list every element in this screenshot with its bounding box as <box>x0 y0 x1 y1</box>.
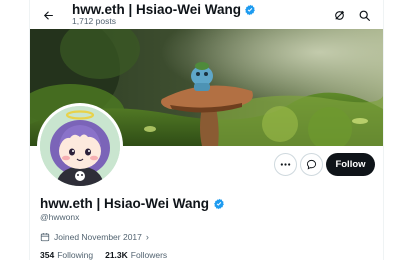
display-name-text: hww.eth | Hsiao-Wei Wang <box>40 196 210 211</box>
message-button[interactable] <box>300 153 323 176</box>
verified-badge-icon <box>245 4 255 15</box>
profile-avatar[interactable] <box>37 103 123 189</box>
avatar-illustration <box>40 106 120 186</box>
refresh-button[interactable] <box>328 4 350 26</box>
following-link[interactable]: 354 Following <box>40 250 93 260</box>
calendar-icon <box>40 233 50 242</box>
joined-date-row[interactable]: Joined November 2017 › <box>40 232 149 242</box>
refresh-icon <box>334 10 344 20</box>
profile-display-name: hww.eth | Hsiao-Wei Wang <box>40 196 225 211</box>
search-icon <box>359 10 370 21</box>
profile-handle: @hwwonx <box>40 212 80 222</box>
followers-count: 21.3K <box>105 250 128 260</box>
follow-stats: 354 Following 21.3K Followers <box>40 250 167 260</box>
back-button[interactable] <box>36 3 60 27</box>
top-header: hww.eth | Hsiao-Wei Wang 1,712 posts <box>30 0 383 29</box>
following-count: 354 <box>40 250 55 260</box>
joined-date-text: Joined November 2017 <box>54 232 142 242</box>
verified-badge-icon[interactable] <box>213 198 225 210</box>
chevron-right-icon: › <box>145 232 149 242</box>
message-bubble-icon <box>306 159 317 170</box>
header-name-text: hww.eth | Hsiao-Wei Wang <box>72 2 242 17</box>
avatar-image <box>40 106 120 186</box>
follow-button[interactable]: Follow <box>326 153 375 176</box>
followers-label: Followers <box>130 250 168 260</box>
more-options-button[interactable] <box>274 153 297 176</box>
followers-link[interactable]: 21.3K Followers <box>105 250 167 260</box>
frame-right-border <box>383 0 384 260</box>
following-label: Following <box>57 250 94 260</box>
header-title: hww.eth | Hsiao-Wei Wang <box>72 2 256 17</box>
arrow-left-icon <box>43 10 53 20</box>
search-button[interactable] <box>353 4 375 26</box>
more-dots-icon <box>280 163 291 166</box>
header-post-count: 1,712 posts <box>72 16 116 26</box>
